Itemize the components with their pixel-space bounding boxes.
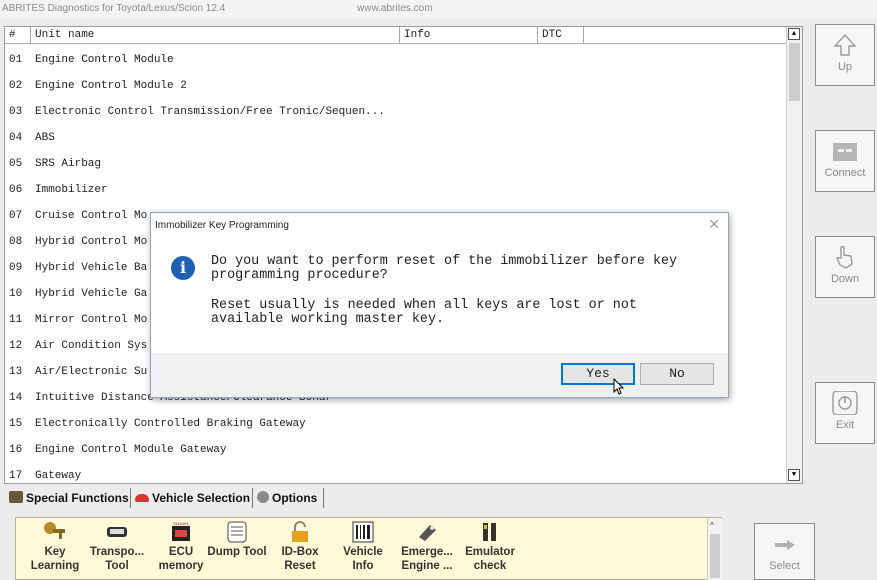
up-label: Up — [837, 61, 853, 73]
connect-label: Connect — [824, 167, 866, 179]
table-row[interactable]: 02 Engine Control Module 2 — [5, 70, 786, 96]
tab-options-label: Options — [272, 491, 318, 505]
function-label-line2: Info — [352, 560, 374, 572]
function-label-line1: Emulator — [465, 546, 515, 558]
column-header-info[interactable]: Info — [400, 27, 538, 43]
window-url: www.abrites.com — [357, 3, 433, 14]
tab-options[interactable]: Options — [257, 488, 317, 508]
table-row[interactable]: 06 Immobilizer — [5, 174, 786, 200]
function-label-line1: Key — [44, 546, 66, 558]
tab-separator — [252, 488, 253, 508]
table-row[interactable]: 05 SRS Airbag — [5, 148, 786, 174]
toolbox-icon — [9, 491, 23, 503]
function-label-line1: ID-Box — [281, 546, 319, 558]
function-item-barcode[interactable]: Vehicle Info — [332, 520, 394, 573]
scroll-thumb[interactable] — [789, 43, 800, 101]
table-row[interactable]: 15 Electronically Controlled Braking Gate… — [5, 408, 786, 434]
window-title: ABRITES Diagnostics for Toyota/Lexus/Sci… — [2, 3, 226, 14]
select-button[interactable]: Select — [754, 523, 815, 580]
function-label-line1: Emerge... — [401, 546, 453, 558]
function-item-lock[interactable]: ID-Box Reset — [269, 520, 331, 573]
arrow-up-icon — [833, 33, 857, 56]
svg-text:0110101: 0110101 — [173, 521, 189, 526]
select-label: Select — [769, 560, 800, 572]
arrow-right-icon — [774, 540, 795, 550]
function-label-line1: Transpo... — [89, 546, 145, 558]
exit-button[interactable]: Exit — [815, 382, 875, 444]
function-item-emergency-key[interactable]: Emerge... Engine ... — [396, 520, 458, 573]
function-item-key[interactable]: Key Learning — [24, 520, 86, 573]
emergency-key-icon — [396, 521, 458, 543]
power-icon — [832, 391, 858, 415]
column-header-num[interactable]: # — [5, 27, 31, 43]
scroll-up-arrow-icon[interactable]: ▲ — [788, 28, 800, 40]
key-icon — [24, 521, 86, 543]
function-tabs: Special Functions Vehicle Selection Opti… — [4, 486, 802, 508]
function-label-line2: Reset — [284, 560, 316, 572]
dialog-message: Do you want to perform reset of the immo… — [211, 255, 711, 327]
function-item-transponder[interactable]: Transpo... Tool — [86, 520, 148, 573]
dialog-message-line: programming procedure? — [211, 268, 388, 283]
tab-separator — [323, 488, 324, 508]
down-button[interactable]: Down — [815, 236, 875, 298]
hand-pointer-icon — [835, 246, 853, 269]
column-header-unit-name[interactable]: Unit name — [31, 27, 400, 43]
table-scrollbar[interactable]: ▲ ▼ — [786, 27, 802, 483]
info-icon: i — [171, 256, 195, 280]
function-item-dump[interactable]: Dump Tool — [206, 520, 268, 559]
table-row[interactable]: 03 Electronic Control Transmission/Free T… — [5, 96, 786, 122]
gear-icon — [257, 491, 269, 503]
function-label-line1: Dump Tool — [207, 546, 267, 558]
tab-vehicle-selection[interactable]: Vehicle Selection — [135, 488, 250, 508]
mouse-cursor-icon — [613, 378, 625, 395]
scroll-up-arrow-icon[interactable]: ^ — [710, 521, 714, 530]
down-label: Down — [830, 273, 860, 285]
function-label-line2: Engine ... — [401, 560, 453, 572]
title-bar: ABRITES Diagnostics for Toyota/Lexus/Sci… — [0, 0, 877, 18]
connect-icon — [833, 143, 857, 161]
row-number: 17 — [9, 470, 23, 482]
column-header-dtc[interactable]: DTC — [538, 27, 584, 43]
dialog-title: Immobilizer Key Programming — [155, 220, 289, 231]
dialog-message-line: available working master key. — [211, 312, 445, 327]
dialog-message-line: Reset usually is needed when all keys ar… — [211, 298, 637, 313]
scroll-down-arrow-icon[interactable]: ▼ — [788, 469, 800, 481]
table-row[interactable]: 04 ABS — [5, 122, 786, 148]
tab-vehicle-selection-label: Vehicle Selection — [152, 491, 251, 505]
no-button[interactable]: No — [640, 363, 714, 385]
special-functions-panel: Key Learning Transpo... Tool 0110101 ECU memor… — [15, 517, 722, 580]
function-label-line2: memory — [158, 560, 204, 572]
function-item-ecu-chip[interactable]: 0110101 ECU memory — [150, 520, 212, 573]
connect-button[interactable]: Connect — [815, 130, 875, 192]
function-label-line1: ECU — [168, 546, 194, 558]
car-icon — [135, 494, 149, 502]
emulator-icon — [459, 521, 521, 543]
function-label-line1: Vehicle — [343, 546, 383, 558]
functions-scrollbar[interactable]: ^ — [707, 518, 722, 580]
unit-name: Gateway — [35, 470, 82, 482]
function-label-line2: Learning — [30, 560, 80, 572]
function-item-emulator[interactable]: Emulator check — [459, 520, 521, 573]
table-header: # Unit name Info DTC — [5, 27, 786, 44]
function-label-line2: check — [473, 560, 507, 572]
dump-icon — [206, 521, 268, 543]
tab-special-functions[interactable]: Special Functions — [9, 488, 129, 508]
table-row[interactable]: 16 Engine Control Module Gateway — [5, 434, 786, 460]
scroll-thumb[interactable] — [710, 534, 720, 578]
tab-special-functions-label: Special Functions — [26, 491, 129, 505]
immobilizer-key-programming-dialog: Immobilizer Key Programming ✕ i Do you w… — [150, 212, 729, 398]
exit-label: Exit — [835, 419, 855, 431]
dialog-message-line: Do you want to perform reset of the immo… — [211, 254, 678, 269]
tab-separator — [130, 488, 131, 508]
lock-icon — [269, 521, 331, 543]
function-label-line2: Tool — [105, 560, 129, 572]
table-row[interactable]: 01 Engine Control Module — [5, 44, 786, 70]
transponder-icon — [86, 521, 148, 543]
ecu-chip-icon: 0110101 — [150, 521, 212, 543]
close-icon[interactable]: ✕ — [708, 217, 720, 231]
barcode-icon — [332, 521, 394, 543]
table-row[interactable]: 17 Gateway — [5, 460, 786, 483]
up-button[interactable]: Up — [815, 24, 875, 86]
